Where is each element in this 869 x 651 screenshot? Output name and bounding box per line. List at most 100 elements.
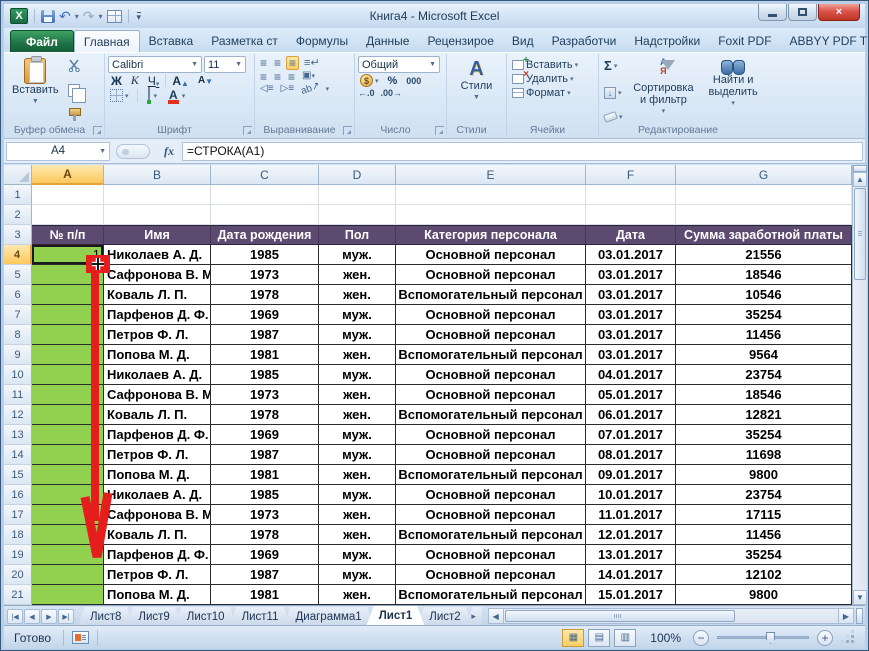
cell-C3[interactable]: Дата рождения bbox=[211, 225, 319, 245]
cell-B7[interactable]: Парфенов Д. Ф. bbox=[104, 305, 211, 325]
customize-qat-icon[interactable]: ▾ bbox=[136, 11, 142, 21]
cell-E12[interactable]: Вспомогательный персонал bbox=[396, 405, 586, 425]
font-color-button[interactable]: А ▾ bbox=[165, 89, 187, 104]
cell-C12[interactable]: 1978 bbox=[211, 405, 319, 425]
row-header-6[interactable]: 6 bbox=[4, 285, 32, 305]
ribbon-tab-формулы[interactable]: Формулы bbox=[287, 30, 357, 52]
row-header-17[interactable]: 17 bbox=[4, 505, 32, 525]
cell-G6[interactable]: 10546 bbox=[676, 285, 852, 305]
cell-F7[interactable]: 03.01.2017 bbox=[586, 305, 676, 325]
cell-C10[interactable]: 1985 bbox=[211, 365, 319, 385]
cell-D20[interactable]: муж. bbox=[319, 565, 396, 585]
cell-G12[interactable]: 12821 bbox=[676, 405, 852, 425]
row-header-13[interactable]: 13 bbox=[4, 425, 32, 445]
cell-C9[interactable]: 1981 bbox=[211, 345, 319, 365]
sheet-tab-лист11[interactable]: Лист11 bbox=[230, 607, 291, 625]
sheet-tab-лист10[interactable]: Лист10 bbox=[175, 607, 237, 625]
cell-F16[interactable]: 10.01.2017 bbox=[586, 485, 676, 505]
insert-function-icon[interactable]: fx bbox=[156, 144, 182, 159]
cell-A9[interactable] bbox=[32, 345, 104, 365]
formula-input[interactable]: =СТРОКА(A1) bbox=[182, 141, 863, 161]
cell-B12[interactable]: Коваль Л. П. bbox=[104, 405, 211, 425]
cell-B1[interactable] bbox=[104, 185, 211, 205]
sheet-tab-диаграмма1[interactable]: Диаграмма1 bbox=[284, 607, 374, 625]
align-left-icon[interactable]: ≡ bbox=[258, 71, 269, 83]
cell-D11[interactable]: жен. bbox=[319, 385, 396, 405]
cell-E16[interactable]: Основной персонал bbox=[396, 485, 586, 505]
row-header-11[interactable]: 11 bbox=[4, 385, 32, 405]
scroll-right-button[interactable]: ▶ bbox=[838, 609, 853, 623]
cell-A12[interactable] bbox=[32, 405, 104, 425]
cell-D12[interactable]: жен. bbox=[319, 405, 396, 425]
cell-F18[interactable]: 12.01.2017 bbox=[586, 525, 676, 545]
cell-F12[interactable]: 06.01.2017 bbox=[586, 405, 676, 425]
cell-A19[interactable] bbox=[32, 545, 104, 565]
cell-A15[interactable] bbox=[32, 465, 104, 485]
cell-F15[interactable]: 09.01.2017 bbox=[586, 465, 676, 485]
cell-B10[interactable]: Николаев А. Д. bbox=[104, 365, 211, 385]
align-middle-icon[interactable]: ≡ bbox=[272, 57, 283, 69]
file-tab[interactable]: Файл bbox=[10, 30, 74, 52]
accounting-format-button[interactable]: $ ▾ bbox=[358, 73, 381, 88]
row-header-7[interactable]: 7 bbox=[4, 305, 32, 325]
align-center-icon[interactable]: ≡ bbox=[272, 71, 283, 83]
resize-grip[interactable] bbox=[843, 632, 855, 644]
ribbon-tab-вид[interactable]: Вид bbox=[503, 30, 543, 52]
number-dialog-launcher[interactable] bbox=[435, 126, 444, 135]
cell-E20[interactable]: Основной персонал bbox=[396, 565, 586, 585]
cell-A13[interactable] bbox=[32, 425, 104, 445]
sheet-tab-лист1[interactable]: Лист1 bbox=[367, 606, 425, 625]
column-header-C[interactable]: C bbox=[211, 165, 319, 185]
paste-button[interactable]: Вставить ▼ bbox=[8, 56, 63, 122]
row-header-5[interactable]: 5 bbox=[4, 265, 32, 285]
fill-color-button[interactable]: ▾ bbox=[144, 87, 160, 104]
ribbon-tab-разметка-ст[interactable]: Разметка ст bbox=[202, 30, 287, 52]
format-cells-button[interactable]: Формат ▾ bbox=[510, 86, 595, 102]
ribbon-tab-главная[interactable]: Главная bbox=[73, 30, 140, 52]
cell-F10[interactable]: 04.01.2017 bbox=[586, 365, 676, 385]
cell-F8[interactable]: 03.01.2017 bbox=[586, 325, 676, 345]
column-header-A[interactable]: A bbox=[32, 165, 104, 185]
cell-D5[interactable]: жен. bbox=[319, 265, 396, 285]
row-header-14[interactable]: 14 bbox=[4, 445, 32, 465]
scroll-left-button[interactable]: ◀ bbox=[488, 609, 504, 623]
cell-C20[interactable]: 1987 bbox=[211, 565, 319, 585]
page-break-view-button[interactable]: ▥ bbox=[614, 628, 637, 647]
cell-D19[interactable]: муж. bbox=[319, 545, 396, 565]
cell-A16[interactable] bbox=[32, 485, 104, 505]
decrease-indent-icon[interactable]: ◁≡ bbox=[258, 83, 276, 95]
cell-A6[interactable] bbox=[32, 285, 104, 305]
cell-G5[interactable]: 18546 bbox=[676, 265, 852, 285]
copy-button[interactable]: ▾ bbox=[66, 83, 88, 103]
first-sheet-icon[interactable]: |◀ bbox=[7, 609, 23, 624]
cell-D7[interactable]: муж. bbox=[319, 305, 396, 325]
ribbon-tab-вставка[interactable]: Вставка bbox=[140, 30, 203, 52]
cell-C21[interactable]: 1981 bbox=[211, 585, 319, 605]
cell-C7[interactable]: 1969 bbox=[211, 305, 319, 325]
comma-style-button[interactable]: 000 bbox=[404, 75, 423, 87]
decrease-decimal-icon[interactable]: .00→ bbox=[381, 88, 403, 98]
row-header-15[interactable]: 15 bbox=[4, 465, 32, 485]
cell-G20[interactable]: 12102 bbox=[676, 565, 852, 585]
cell-B8[interactable]: Петров Ф. Л. bbox=[104, 325, 211, 345]
maximize-button[interactable] bbox=[788, 4, 817, 21]
borders-button[interactable]: ▾ bbox=[108, 88, 131, 103]
cell-C17[interactable]: 1973 bbox=[211, 505, 319, 525]
cell-F1[interactable] bbox=[586, 185, 676, 205]
cell-D21[interactable]: жен. bbox=[319, 585, 396, 605]
minimize-button[interactable] bbox=[758, 4, 787, 21]
cell-E17[interactable]: Основной персонал bbox=[396, 505, 586, 525]
ribbon-tab-данные[interactable]: Данные bbox=[357, 30, 418, 52]
cell-A5[interactable] bbox=[32, 265, 104, 285]
increase-decimal-icon[interactable]: ←.0 bbox=[358, 88, 375, 98]
row-header-4[interactable]: 4 bbox=[4, 245, 32, 265]
cell-C13[interactable]: 1969 bbox=[211, 425, 319, 445]
cell-E21[interactable]: Вспомогательный персонал bbox=[396, 585, 586, 605]
cell-B13[interactable]: Парфенов Д. Ф. bbox=[104, 425, 211, 445]
cell-E2[interactable] bbox=[396, 205, 586, 225]
cell-G15[interactable]: 9800 bbox=[676, 465, 852, 485]
cell-D1[interactable] bbox=[319, 185, 396, 205]
cell-E18[interactable]: Вспомогательный персонал bbox=[396, 525, 586, 545]
cell-D6[interactable]: жен. bbox=[319, 285, 396, 305]
underline-button[interactable]: Ч ▾ bbox=[145, 74, 163, 88]
